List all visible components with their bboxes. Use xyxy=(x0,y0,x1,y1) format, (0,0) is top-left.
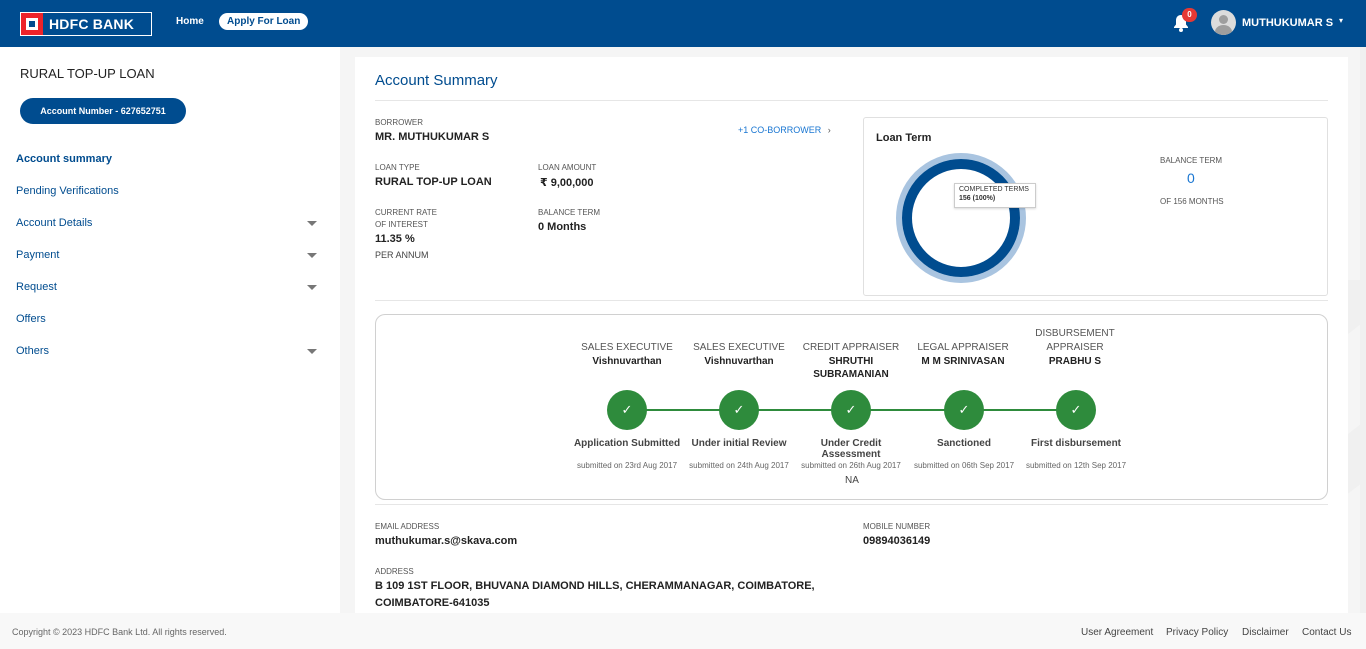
stage-person: M M SRINIVASAN xyxy=(921,356,1005,367)
balance-term-chart-value: 0 xyxy=(1187,170,1195,186)
step-date: submitted on 12th Sep 2017 xyxy=(1025,461,1127,470)
caret-down-icon[interactable] xyxy=(307,285,317,290)
apply-for-loan-button[interactable]: Apply For Loan xyxy=(219,13,309,30)
loan-amount-value: ₹ 9,00,000 xyxy=(540,177,594,189)
email-value: muthukumar.s@skava.com xyxy=(375,535,518,547)
sidebar-item-pending-verifications[interactable]: Pending Verifications xyxy=(16,185,119,197)
step-name: Sanctioned xyxy=(937,438,991,449)
borrower-label: BORROWER xyxy=(375,118,423,127)
tooltip-label: COMPLETED TERMS xyxy=(959,186,1029,193)
loan-term-title: Loan Term xyxy=(876,132,932,144)
stage-header: CREDIT APPRAISER SHRUTHI SUBRAMANIAN xyxy=(796,341,906,381)
step-date: submitted on 06th Sep 2017 xyxy=(913,461,1015,470)
stage-role: LEGAL APPRAISER xyxy=(917,342,1009,353)
stage-person: Vishnuvarthan xyxy=(592,356,662,367)
step-name: Under Credit Assessment xyxy=(820,438,882,460)
borrower-value: MR. MUTHUKUMAR S xyxy=(375,131,490,143)
email-label: EMAIL ADDRESS xyxy=(375,522,440,531)
rate-label-line2: OF INTEREST xyxy=(375,220,428,229)
address-line-1: B 109 1ST FLOOR, BHUVANA DIAMOND HILLS, … xyxy=(375,580,815,592)
footer-link-privacy-policy[interactable]: Privacy Policy xyxy=(1166,627,1228,638)
step-date: submitted on 26th Aug 2017 xyxy=(801,461,901,470)
step-name: Under initial Review xyxy=(691,438,787,449)
sidebar xyxy=(0,47,340,613)
stage-role: CREDIT APPRAISER xyxy=(802,342,900,353)
address-line-2: COIMBATORE-641035 xyxy=(375,597,490,609)
rate-label: CURRENT RATE xyxy=(375,208,437,217)
top-header xyxy=(0,0,1366,47)
co-borrower-link[interactable]: +1 CO-BORROWER › xyxy=(738,125,831,135)
copyright-text: Copyright © 2023 HDFC Bank Ltd. All righ… xyxy=(12,627,227,637)
divider xyxy=(375,504,1328,505)
tooltip-value: 156 (100%) xyxy=(959,195,996,202)
product-title: RURAL TOP-UP LOAN xyxy=(20,66,155,81)
balance-term-value: 0 Months xyxy=(538,221,587,233)
address-label: ADDRESS xyxy=(375,567,414,576)
loan-type-value: RURAL TOP-UP LOAN xyxy=(375,176,492,188)
stage-person: Vishnuvarthan xyxy=(704,356,774,367)
stage-person: SHRUTHI SUBRAMANIAN xyxy=(813,356,889,380)
footer-link-disclaimer[interactable]: Disclaimer xyxy=(1242,627,1289,638)
check-icon: ✓ xyxy=(944,390,984,430)
sidebar-item-payment[interactable]: Payment xyxy=(16,249,59,261)
step-name: First disbursement xyxy=(1030,438,1122,449)
caret-down-icon[interactable] xyxy=(307,221,317,226)
loan-amount-label: LOAN AMOUNT xyxy=(538,163,597,172)
check-icon: ✓ xyxy=(831,390,871,430)
sidebar-item-others[interactable]: Others xyxy=(16,345,49,357)
loan-type-label: LOAN TYPE xyxy=(375,163,420,172)
footer-link-user-agreement[interactable]: User Agreement xyxy=(1081,627,1153,638)
rate-unit: PER ANNUM xyxy=(375,250,429,260)
chevron-down-icon[interactable]: ▾ xyxy=(1339,16,1343,25)
notification-count-badge: 0 xyxy=(1182,8,1197,22)
user-name[interactable]: MUTHUKUMAR S xyxy=(1242,17,1333,29)
loan-term-donut-chart[interactable] xyxy=(895,152,1027,284)
mobile-label: MOBILE NUMBER xyxy=(863,522,931,531)
caret-down-icon[interactable] xyxy=(307,349,317,354)
stage-header: SALES EXECUTIVE Vishnuvarthan xyxy=(572,341,682,368)
step-date: submitted on 23rd Aug 2017 xyxy=(576,461,678,470)
nav-home-link[interactable]: Home xyxy=(176,16,204,27)
hdfc-logo[interactable]: HDFC BANK xyxy=(20,12,152,36)
donut-completed-arc xyxy=(902,159,1020,277)
step-date: submitted on 24th Aug 2017 xyxy=(689,461,789,470)
mobile-value: 09894036149 xyxy=(863,535,931,547)
sidebar-item-offers[interactable]: Offers xyxy=(16,313,46,325)
caret-down-icon[interactable] xyxy=(307,253,317,258)
stage-role: DISBURSEMENT APPRAISER xyxy=(1035,328,1115,353)
bank-name: HDFC BANK xyxy=(49,16,135,32)
co-borrower-label: +1 CO-BORROWER xyxy=(738,125,822,135)
step-name: Application Submitted xyxy=(573,438,681,449)
divider xyxy=(375,100,1328,101)
sidebar-item-account-details[interactable]: Account Details xyxy=(16,217,92,229)
check-icon: ✓ xyxy=(607,390,647,430)
sidebar-item-request[interactable]: Request xyxy=(16,281,57,293)
sidebar-item-account-summary[interactable]: Account summary xyxy=(16,153,112,165)
donut-outer-ring xyxy=(896,153,1026,283)
na-text: NA xyxy=(845,475,859,486)
scrollbar[interactable] xyxy=(1360,47,1366,613)
balance-term-label: BALANCE TERM xyxy=(538,208,601,217)
check-icon: ✓ xyxy=(1056,390,1096,430)
user-avatar[interactable] xyxy=(1211,10,1236,35)
hdfc-logo-icon xyxy=(21,13,43,35)
chevron-right-icon: › xyxy=(827,125,831,135)
chart-tooltip: COMPLETED TERMS 156 (100%) xyxy=(954,183,1036,208)
stage-role: SALES EXECUTIVE xyxy=(693,342,785,353)
balance-term-chart-label: BALANCE TERM xyxy=(1160,156,1223,165)
footer-link-contact-us[interactable]: Contact Us xyxy=(1302,627,1351,638)
of-months-label: OF 156 MONTHS xyxy=(1160,197,1224,206)
account-number-button[interactable]: Account Number - 627652751 xyxy=(20,98,186,124)
stage-header: DISBURSEMENT APPRAISER PRABHU S xyxy=(1020,327,1130,368)
stage-role: SALES EXECUTIVE xyxy=(581,342,673,353)
stage-person: PRABHU S xyxy=(1048,356,1102,367)
rate-value: 11.35 % xyxy=(375,233,415,245)
stage-header: SALES EXECUTIVE Vishnuvarthan xyxy=(684,341,794,368)
page-title: Account Summary xyxy=(375,72,498,89)
stage-header: LEGAL APPRAISER M M SRINIVASAN xyxy=(908,341,1018,368)
divider xyxy=(375,300,1328,301)
check-icon: ✓ xyxy=(719,390,759,430)
